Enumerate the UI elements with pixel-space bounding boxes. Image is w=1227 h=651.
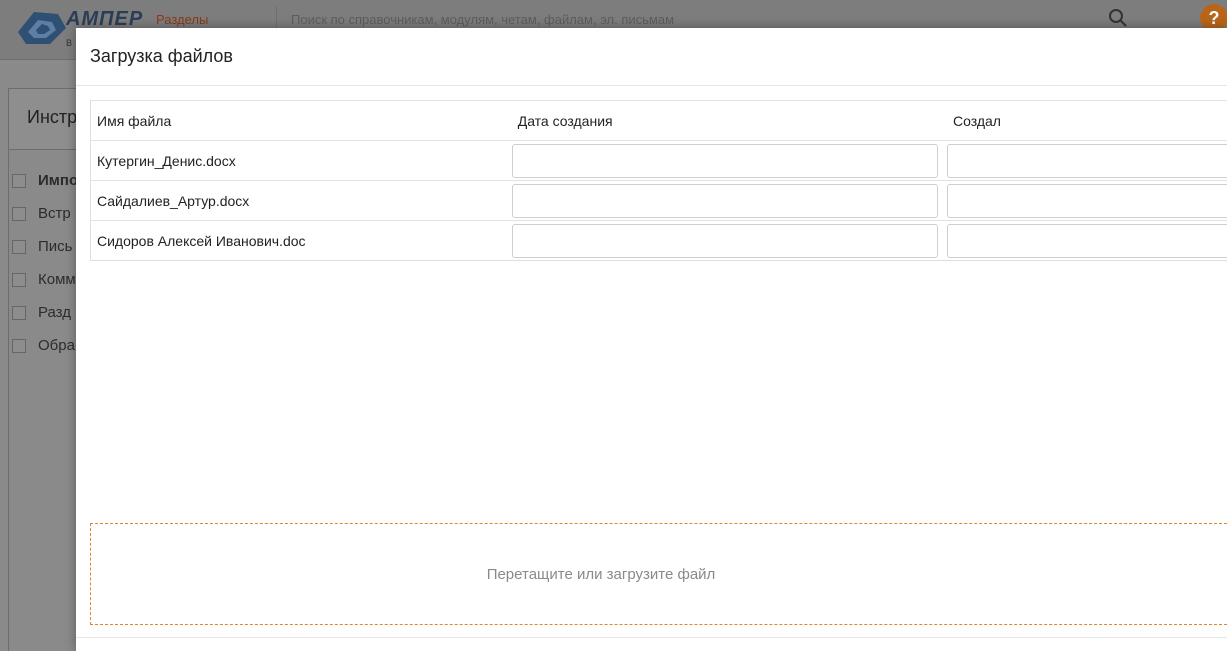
dropzone-label: Перетащите или загрузите файл	[486, 566, 716, 583]
background-list-item[interactable]: Разд	[12, 296, 78, 329]
logo-icon[interactable]	[14, 8, 70, 48]
file-name-cell: Сидоров Алексей Иванович.doc	[90, 220, 512, 261]
file-name-cell: Сайдалиев_Артур.docx	[90, 180, 512, 221]
table-row: Кутергин_Денис.docx	[90, 140, 1227, 181]
background-list-item[interactable]: Пись	[12, 230, 78, 263]
sections-menu-link[interactable]: Разделы	[156, 12, 208, 27]
table-row: Сидоров Алексей Иванович.doc	[90, 220, 1227, 261]
background-list: Импо Встр Пись Комм Разд Обра	[12, 164, 78, 362]
global-search-placeholder: Поиск по справочникам, модулям, четам, ф…	[291, 12, 675, 27]
file-dropzone[interactable]: Перетащите или загрузите файл	[90, 523, 1227, 625]
created-by-input[interactable]	[947, 143, 1227, 178]
tools-panel-label: Инстр	[27, 107, 78, 127]
list-item-icon	[12, 239, 26, 254]
list-item-icon	[12, 305, 26, 320]
column-header-created-date: Дата создания	[511, 100, 947, 141]
column-header-filename: Имя файла	[90, 100, 512, 141]
list-item-label: Импо	[38, 172, 79, 189]
created-date-cell	[511, 220, 947, 261]
list-item-icon	[12, 338, 26, 353]
created-date-input[interactable]	[511, 143, 938, 178]
created-by-input[interactable]	[947, 183, 1227, 218]
created-by-cell	[947, 140, 1227, 181]
search-icon[interactable]	[1108, 8, 1128, 28]
modal-title: Загрузка файлов	[90, 46, 233, 66]
background-list-item[interactable]: Импо	[12, 164, 78, 197]
background-list-item[interactable]: Комм	[12, 263, 78, 296]
list-item-label: Комм	[38, 271, 76, 288]
created-by-cell	[947, 180, 1227, 221]
table-row: Сайдалиев_Артур.docx	[90, 180, 1227, 221]
list-item-label: Встр	[38, 205, 71, 222]
list-item-icon	[12, 173, 26, 188]
created-by-input[interactable]	[947, 223, 1227, 258]
list-item-label: Пись	[38, 238, 73, 255]
created-by-cell	[947, 220, 1227, 261]
list-item-icon	[12, 272, 26, 287]
created-date-cell	[511, 180, 947, 221]
column-header-created-by: Создал	[947, 100, 1227, 141]
created-date-input[interactable]	[511, 183, 938, 218]
logo-subtitle: В	[66, 38, 73, 48]
created-date-input[interactable]	[511, 223, 938, 258]
background-list-item[interactable]: Обра	[12, 329, 78, 362]
created-date-cell	[511, 140, 947, 181]
background-list-item[interactable]: Встр	[12, 197, 78, 230]
list-item-icon	[12, 206, 26, 221]
modal-footer	[76, 637, 1227, 651]
upload-files-modal: Загрузка файлов Имя файла Дата создания …	[76, 28, 1227, 651]
file-name-cell: Кутергин_Денис.docx	[90, 140, 512, 181]
table-header-row: Имя файла Дата создания Создал	[90, 100, 1227, 141]
list-item-label: Разд	[38, 304, 71, 321]
modal-header: Загрузка файлов	[76, 28, 1227, 86]
list-item-label: Обра	[38, 337, 75, 354]
files-table: Имя файла Дата создания Создал Кутергин_…	[90, 100, 1227, 261]
